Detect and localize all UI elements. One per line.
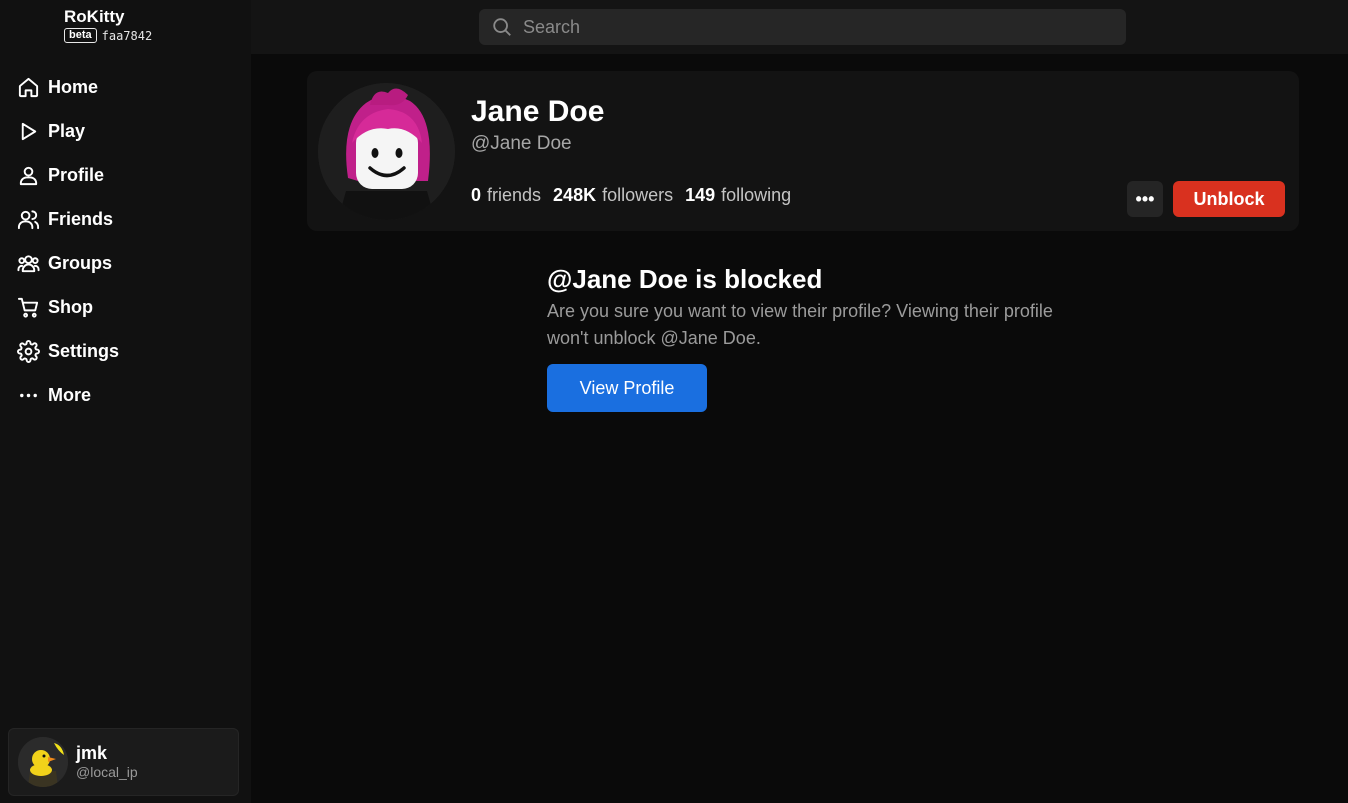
unblock-button[interactable]: Unblock: [1173, 181, 1285, 217]
sidebar-item-profile[interactable]: Profile: [8, 153, 243, 197]
friends-label: friends: [487, 185, 542, 205]
search-input[interactable]: [523, 16, 1083, 38]
current-user-info: jmk @local_ip: [76, 743, 138, 781]
following-count: 149: [685, 185, 716, 205]
sidebar-item-label: Settings: [48, 340, 120, 361]
brand: RoKitty beta faa7842: [64, 7, 152, 43]
following-stat[interactable]: 149 following: [685, 185, 791, 206]
play-icon: [16, 119, 40, 143]
search-icon: [493, 18, 511, 36]
more-options-button[interactable]: •••: [1127, 181, 1163, 217]
friends-stat[interactable]: 0 friends: [471, 185, 541, 206]
brand-sub: beta faa7842: [64, 28, 152, 43]
sidebar-item-label: Groups: [48, 252, 113, 273]
profile-stats: 0 friends 248K followers 149 following: [471, 185, 791, 206]
friends-icon: [16, 207, 40, 231]
sidebar-item-settings[interactable]: Settings: [8, 329, 243, 373]
view-profile-button[interactable]: View Profile: [547, 364, 707, 412]
sidebar-item-shop[interactable]: Shop: [8, 285, 243, 329]
following-label: following: [721, 185, 792, 205]
ellipsis-icon: [16, 383, 40, 407]
cart-icon: [16, 295, 40, 319]
app-name: RoKitty: [64, 7, 125, 26]
blocked-description: Are you sure you want to view their prof…: [547, 301, 1053, 348]
person-icon: [16, 163, 40, 187]
profile-display-name: Jane Doe: [471, 95, 605, 128]
groups-icon: [16, 251, 40, 275]
followers-stat[interactable]: 248K followers: [553, 185, 673, 206]
gear-icon: [16, 339, 40, 363]
sidebar-item-label: More: [48, 384, 92, 405]
sidebar-item-groups[interactable]: Groups: [8, 241, 243, 285]
friends-count: 0: [471, 185, 482, 205]
current-user-handle: @local_ip: [76, 764, 138, 780]
beta-badge: beta: [64, 28, 97, 43]
followers-label: followers: [602, 185, 674, 205]
sidebar-item-friends[interactable]: Friends: [8, 197, 243, 241]
app-version: faa7842: [101, 28, 153, 43]
avatar: [18, 737, 68, 787]
profile-handle: @Jane Doe: [471, 133, 572, 154]
profile-header-card: Jane Doe @Jane Doe 0 friends 248K follower…: [307, 71, 1299, 231]
avatar: [318, 83, 455, 220]
sidebar: RoKitty beta faa7842 Home Play Profile F…: [0, 0, 251, 803]
current-user-name: jmk: [76, 743, 108, 763]
sidebar-item-label: Friends: [48, 208, 114, 229]
current-user-card[interactable]: jmk @local_ip: [8, 728, 239, 796]
sidebar-item-more[interactable]: More: [8, 373, 243, 417]
sidebar-item-home[interactable]: Home: [8, 65, 243, 109]
home-icon: [16, 75, 40, 99]
search-box[interactable]: [479, 9, 1126, 45]
sidebar-item-label: Home: [48, 76, 99, 97]
blocked-title: @Jane Doe is blocked: [547, 264, 823, 294]
top-bar: [251, 0, 1348, 54]
sidebar-item-label: Play: [48, 120, 86, 141]
sidebar-item-label: Profile: [48, 164, 105, 185]
sidebar-item-play[interactable]: Play: [8, 109, 243, 153]
followers-count: 248K: [553, 185, 597, 205]
sidebar-nav: Home Play Profile Friends Groups Shop Se…: [8, 65, 243, 417]
sidebar-item-label: Shop: [48, 296, 93, 317]
